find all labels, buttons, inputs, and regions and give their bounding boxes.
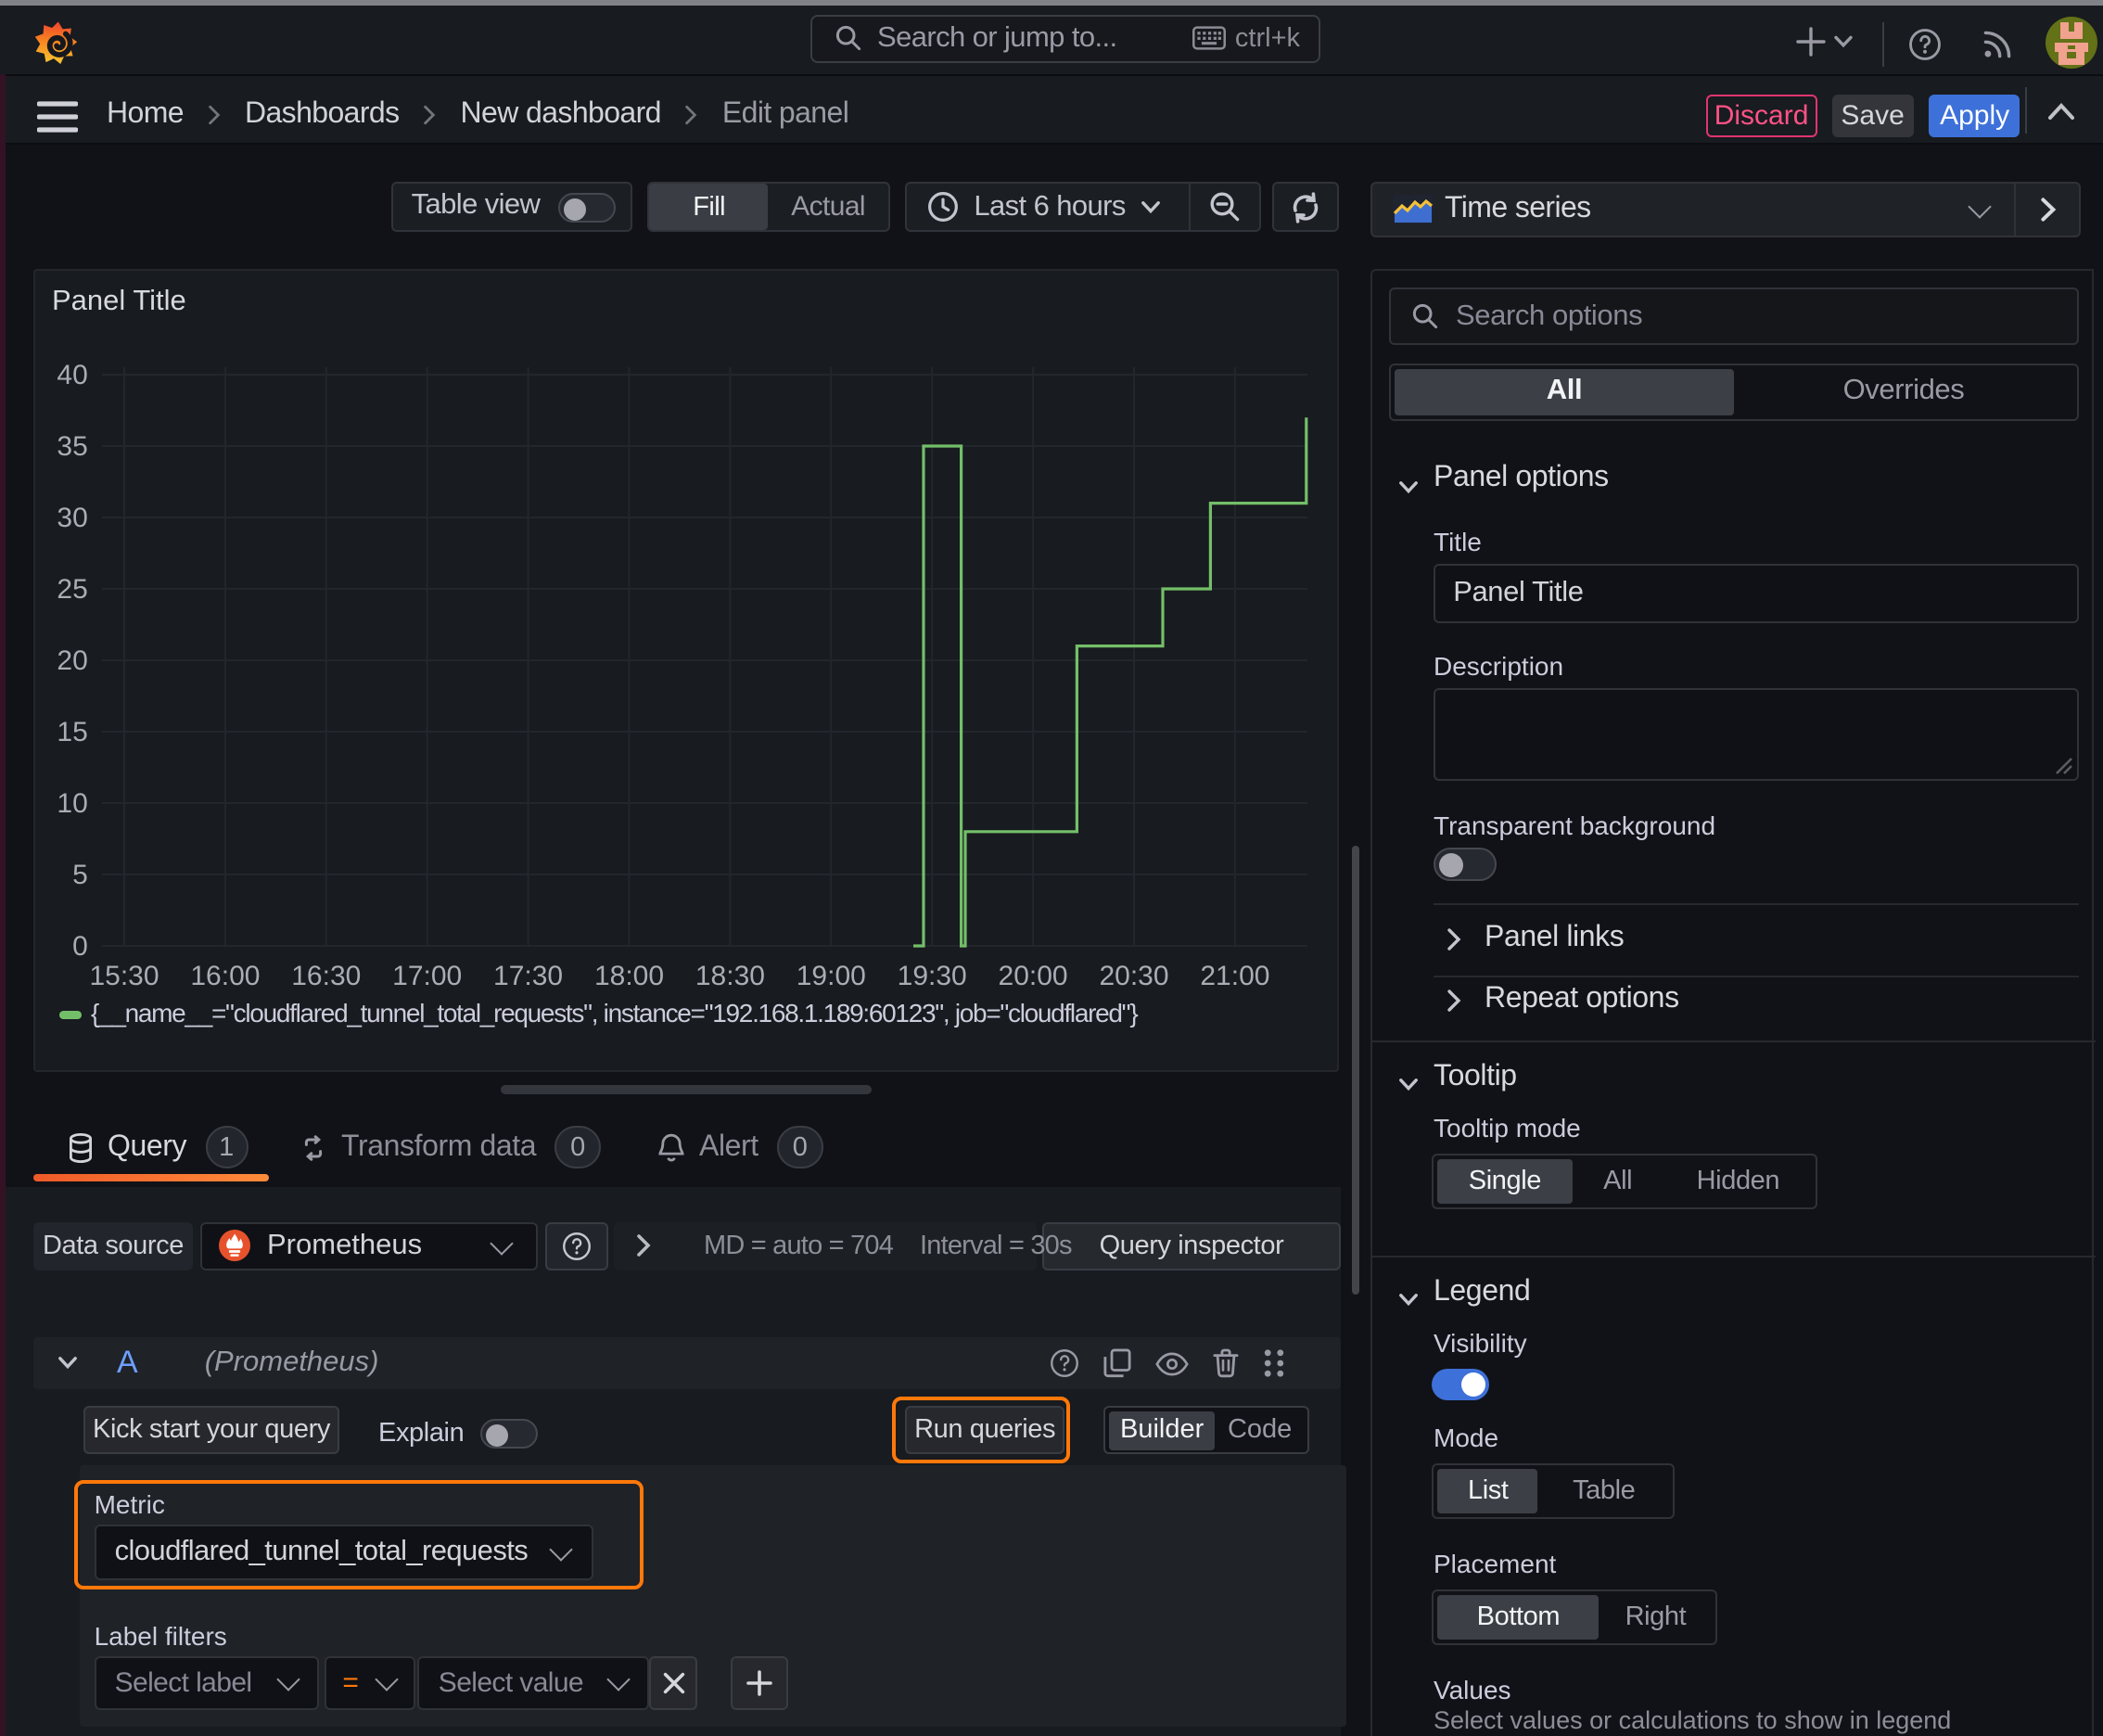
svg-text:0: 0: [72, 930, 88, 961]
svg-text:20: 20: [57, 645, 87, 675]
svg-text:15: 15: [57, 716, 87, 747]
svg-text:18:00: 18:00: [594, 960, 664, 990]
svg-text:40: 40: [57, 359, 87, 389]
svg-text:{__name__="cloudflared_tunnel_: {__name__="cloudflared_tunnel_total_requ…: [91, 998, 1138, 1027]
svg-text:20:00: 20:00: [999, 960, 1068, 990]
svg-text:20:30: 20:30: [1099, 960, 1168, 990]
svg-text:16:00: 16:00: [190, 960, 260, 990]
svg-text:21:00: 21:00: [1200, 960, 1269, 990]
svg-text:10: 10: [57, 787, 87, 818]
svg-text:18:30: 18:30: [695, 960, 765, 990]
svg-text:5: 5: [72, 859, 88, 889]
svg-text:15:30: 15:30: [89, 960, 159, 990]
svg-text:35: 35: [57, 430, 87, 461]
svg-text:19:30: 19:30: [898, 960, 967, 990]
svg-text:17:30: 17:30: [493, 960, 563, 990]
svg-text:19:00: 19:00: [797, 960, 866, 990]
svg-text:17:00: 17:00: [392, 960, 462, 990]
svg-text:30: 30: [57, 502, 87, 532]
svg-text:25: 25: [57, 573, 87, 604]
svg-text:16:30: 16:30: [291, 960, 361, 990]
